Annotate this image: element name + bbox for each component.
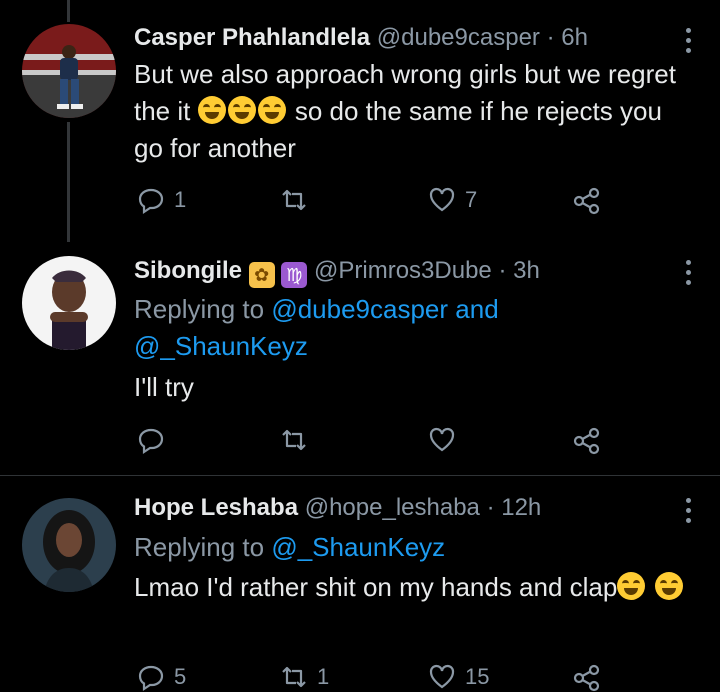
tweet-header: Hope Leshaba @hope_leshaba · 12h bbox=[134, 493, 541, 523]
tweet-header: Sibongile ✿ ♍ @Primros3Dube · 3h bbox=[134, 256, 540, 288]
tweet-content: I'll try bbox=[134, 372, 194, 402]
like-icon bbox=[429, 187, 455, 212]
mention-and[interactable]: and bbox=[455, 294, 498, 324]
separator-dot: · bbox=[546, 24, 555, 51]
replying-to-label: Replying to bbox=[134, 532, 265, 562]
reply-icon bbox=[138, 428, 164, 455]
retweet-button[interactable] bbox=[279, 425, 309, 455]
reply-button[interactable]: 1 bbox=[136, 185, 186, 215]
avatar[interactable] bbox=[22, 498, 116, 592]
separator-dot: · bbox=[498, 257, 507, 284]
like-count: 15 bbox=[465, 664, 490, 689]
reply-button[interactable]: 5 bbox=[136, 662, 186, 692]
rofl-emoji-icon bbox=[257, 96, 286, 124]
tweet-content-text: Lmao I'd rather shit on my hands and cla… bbox=[134, 572, 618, 602]
tweet-casper[interactable]: Casper Phahlandlela @dube9casper · 6h Bu… bbox=[0, 0, 720, 240]
avatar[interactable] bbox=[22, 256, 116, 350]
share-icon bbox=[573, 427, 600, 455]
like-icon bbox=[429, 427, 455, 452]
like-icon bbox=[429, 664, 455, 689]
share-icon bbox=[573, 187, 600, 215]
user-handle[interactable]: @dube9casper bbox=[377, 24, 540, 51]
like-button[interactable] bbox=[427, 425, 457, 455]
display-name[interactable]: Sibongile bbox=[134, 257, 242, 284]
share-icon bbox=[573, 664, 600, 692]
reply-button[interactable] bbox=[136, 425, 166, 455]
rofl-emoji-icon bbox=[227, 96, 256, 124]
separator-dot: · bbox=[486, 494, 495, 521]
mention-link[interactable]: @_ShaunKeyz bbox=[134, 331, 308, 361]
retweet-icon bbox=[282, 666, 306, 688]
tweet-header: Casper Phahlandlela @dube9casper · 6h bbox=[134, 23, 588, 53]
retweet-button[interactable] bbox=[279, 185, 317, 215]
tweet-hope[interactable]: Hope Leshaba @hope_leshaba · 12h Replyin… bbox=[0, 476, 720, 692]
more-icon[interactable] bbox=[686, 498, 694, 523]
virgo-emoji-icon: ♍ bbox=[281, 262, 308, 288]
retweet-icon bbox=[282, 189, 306, 211]
timestamp[interactable]: 6h bbox=[561, 24, 588, 51]
tweet-text: Replying to @_ShaunKeyz Lmao I'd rather … bbox=[134, 529, 694, 606]
retweet-button[interactable]: 1 bbox=[279, 662, 329, 692]
reply-icon bbox=[138, 665, 164, 692]
like-button[interactable]: 7 bbox=[427, 185, 477, 215]
tweet-content: Lmao I'd rather shit on my hands and cla… bbox=[134, 569, 694, 606]
share-button[interactable] bbox=[572, 425, 602, 455]
reply-count: 5 bbox=[174, 664, 187, 689]
replying-to-line: Replying to @dube9casper and bbox=[134, 291, 694, 328]
mention-link[interactable]: @dube9casper bbox=[271, 294, 448, 324]
fairy-emoji-icon: ✿ bbox=[248, 262, 275, 288]
tweet-actions: 5 1 15 bbox=[134, 662, 614, 692]
retweet-icon bbox=[282, 429, 306, 451]
avatar[interactable] bbox=[22, 24, 116, 118]
more-icon[interactable] bbox=[686, 260, 694, 285]
tweet-text: But we also approach wrong girls but we … bbox=[134, 56, 694, 167]
replying-to-label: Replying to bbox=[134, 294, 265, 324]
retweet-count: 1 bbox=[317, 664, 330, 689]
display-name[interactable]: Hope Leshaba bbox=[134, 494, 298, 521]
rofl-emoji-icon bbox=[197, 96, 226, 124]
tweet-actions: 1 7 bbox=[134, 185, 614, 215]
more-icon[interactable] bbox=[686, 28, 694, 53]
mention-link[interactable]: @_ShaunKeyz bbox=[271, 532, 445, 562]
reply-count: 1 bbox=[174, 187, 187, 212]
user-handle[interactable]: @Primros3Dube bbox=[314, 257, 492, 284]
timestamp[interactable]: 3h bbox=[513, 257, 540, 284]
share-button[interactable] bbox=[572, 662, 602, 692]
display-name[interactable]: Casper Phahlandlela bbox=[134, 24, 370, 51]
timestamp[interactable]: 12h bbox=[501, 494, 541, 521]
replying-to-line: Replying to @_ShaunKeyz bbox=[134, 529, 694, 566]
like-count: 7 bbox=[465, 187, 478, 212]
tweet-text: Replying to @dube9casper and @_ShaunKeyz… bbox=[134, 291, 694, 406]
tweet-actions bbox=[134, 425, 614, 455]
like-button[interactable]: 15 bbox=[427, 662, 489, 692]
tears-of-joy-emoji-icon bbox=[654, 572, 683, 600]
user-handle[interactable]: @hope_leshaba bbox=[305, 494, 480, 521]
reply-icon bbox=[138, 188, 164, 215]
share-button[interactable] bbox=[572, 185, 602, 215]
tears-of-joy-emoji-icon bbox=[617, 572, 646, 600]
tweet-sibongile[interactable]: Sibongile ✿ ♍ @Primros3Dube · 3h Replyin… bbox=[0, 240, 720, 475]
